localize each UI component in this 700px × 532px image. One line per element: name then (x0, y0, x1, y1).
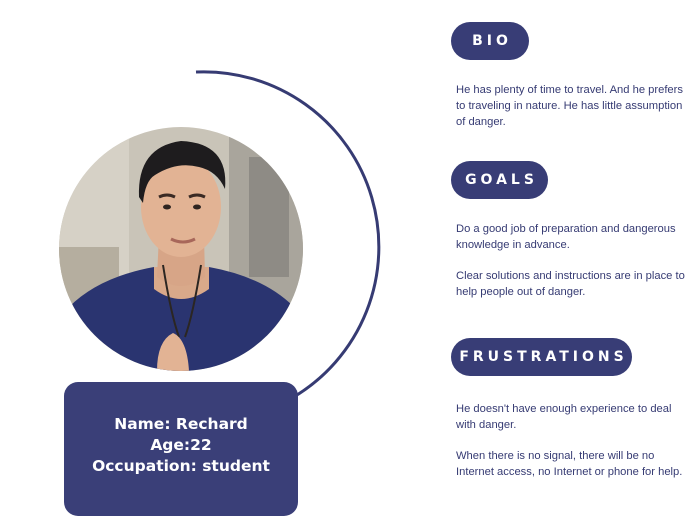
profile-age: Age:22 (150, 436, 212, 454)
bio-text: He has plenty of time to travel. And he … (456, 84, 683, 128)
profile-photo (59, 127, 303, 371)
frustrations-text-1: He doesn't have enough experience to dea… (456, 403, 672, 431)
goals-text-2: Clear solutions and instructions are in … (456, 270, 685, 298)
frustrations-text-2: When there is no signal, there will be n… (456, 450, 683, 478)
profile-occupation: Occupation: student (92, 457, 270, 475)
bio-heading: BIO (451, 22, 529, 60)
goals-text-1: Do a good job of preparation and dangero… (456, 223, 676, 251)
profile-info-card: Name: Rechard Age:22 Occupation: student (64, 382, 298, 516)
goals-heading: GOALS (451, 161, 548, 199)
profile-name: Name: Rechard (114, 415, 248, 433)
frustrations-heading: FRUSTRATIONS (451, 338, 632, 376)
